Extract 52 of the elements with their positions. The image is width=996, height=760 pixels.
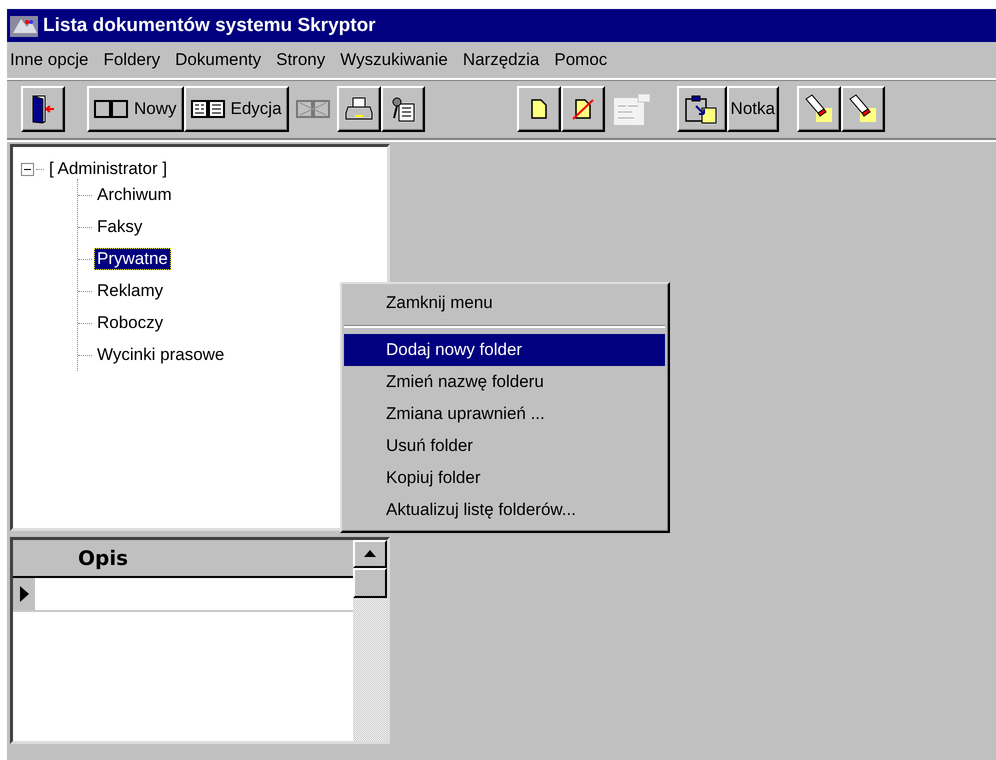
document-icon	[390, 95, 416, 123]
tree-item[interactable]: Wycinki prasowe	[94, 344, 228, 366]
tree-item[interactable]: Reklamy	[94, 280, 166, 302]
menu-item[interactable]: Dokumenty	[175, 50, 262, 70]
menu-item[interactable]: Inne opcje	[10, 50, 88, 70]
menu-item[interactable]: Zmień nazwę folderu	[344, 366, 665, 398]
tree-item[interactable]: Faksy	[94, 216, 146, 238]
menu-item[interactable]: Pomoc	[554, 50, 608, 70]
toolbar-button[interactable]	[840, 86, 885, 132]
document-icon	[530, 98, 548, 120]
toolbar-button[interactable]: Notka	[726, 86, 779, 132]
menu-item[interactable]: Usuń folder	[344, 430, 665, 462]
pages-icon	[94, 99, 128, 119]
printer-icon	[344, 97, 373, 121]
tree-item[interactable]: Prywatne	[94, 248, 171, 270]
toolbar-button[interactable]	[336, 86, 381, 132]
scroll-thumb[interactable]	[353, 568, 387, 598]
document-icon	[572, 98, 594, 120]
menu-item[interactable]: Dodaj nowy folder	[344, 334, 665, 366]
window-title: Lista dokumentów systemu Skryptor	[43, 14, 376, 36]
toolbar-button[interactable]	[516, 86, 561, 132]
table-row[interactable]	[13, 578, 353, 612]
document-icon	[612, 92, 652, 126]
menu-item[interactable]: Zamknij menu	[344, 287, 665, 319]
flashlight-icon	[848, 94, 878, 124]
toolbar-button[interactable]	[380, 86, 425, 132]
scrollbar[interactable]	[353, 540, 387, 741]
toolbar-button[interactable]	[560, 86, 605, 132]
row-header[interactable]	[13, 578, 35, 610]
menu-item[interactable]: Kopiuj folder	[344, 462, 665, 494]
menu-item[interactable]: Strony	[276, 50, 326, 70]
flashlight-icon	[804, 94, 834, 124]
menu-item[interactable]: Aktualizuj listę folderów...	[344, 494, 665, 526]
toolbar-button[interactable]: Nowy	[87, 86, 184, 132]
toolbar-button[interactable]: Edycja	[184, 86, 289, 132]
up-arrow-icon	[364, 550, 376, 558]
tree-item[interactable]: [ Administrator ]	[46, 158, 170, 180]
toolbar-button[interactable]	[676, 86, 727, 132]
door-icon	[30, 94, 56, 124]
menu-item[interactable]: Wyszukiwanie	[340, 50, 448, 70]
menu-item[interactable]: Zmiana uprawnień ...	[344, 398, 665, 430]
toolbar-button[interactable]	[796, 86, 841, 132]
menu-item[interactable]: Narzędzia	[462, 50, 540, 70]
pages-icon	[190, 99, 225, 119]
tree-item[interactable]: Archiwum	[94, 184, 175, 206]
scroll-up-button[interactable]	[353, 540, 387, 568]
toolbar-button[interactable]	[21, 86, 65, 132]
menu-item[interactable]: Foldery	[103, 50, 160, 70]
tree-item[interactable]: Roboczy	[94, 312, 166, 334]
column-header: Opis	[77, 546, 128, 570]
collapse-toggle[interactable]	[21, 162, 34, 176]
pages-icon	[296, 99, 330, 119]
